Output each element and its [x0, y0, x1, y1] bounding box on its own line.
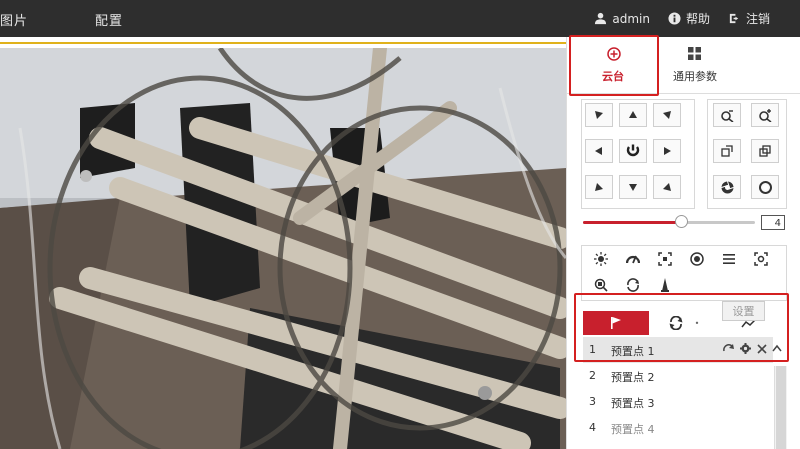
pan-left-button[interactable] — [585, 139, 613, 163]
pan-up-button[interactable] — [619, 103, 647, 127]
highlight-ptz-tab — [569, 35, 659, 96]
pan-down-right-button[interactable] — [653, 175, 681, 199]
arrow-down-left-icon — [595, 183, 603, 191]
preset-list-scrollbar[interactable] — [774, 366, 787, 449]
tab-general-params[interactable]: 通用参数 — [657, 37, 733, 93]
arrow-up-icon — [629, 111, 637, 118]
patrol-icon — [627, 278, 639, 292]
arrow-up-right-icon — [663, 111, 671, 119]
user-menu[interactable]: admin — [594, 12, 650, 26]
toolbar-divider — [0, 37, 566, 47]
focus-near-button[interactable] — [713, 139, 741, 163]
zoom-out-icon — [720, 109, 733, 122]
preset-row-3[interactable]: 3 预置点 3 — [583, 389, 773, 415]
preset-number: 2 — [589, 369, 596, 382]
ptz-speed-value[interactable]: 4 — [761, 215, 785, 230]
lens-init-icon — [690, 252, 704, 266]
auto-pan-button[interactable] — [619, 139, 647, 163]
logout-icon — [729, 13, 739, 24]
tab-general-label: 通用参数 — [673, 70, 717, 83]
zoom-out-button[interactable] — [713, 103, 741, 127]
arrow-right-icon — [664, 147, 671, 155]
pan-up-left-button[interactable] — [585, 103, 613, 127]
nav-item-picture[interactable]: 图片 — [0, 10, 28, 29]
manual-track-icon — [754, 252, 768, 266]
user-icon — [595, 12, 607, 25]
focus-far-button[interactable] — [751, 139, 779, 163]
pan-right-button[interactable] — [653, 139, 681, 163]
zoom-in-icon — [758, 108, 771, 122]
focus-near-icon — [721, 145, 733, 157]
arrow-down-right-icon — [663, 183, 671, 191]
zoom-in-button[interactable] — [751, 103, 779, 127]
ptz-speed-slider[interactable] — [583, 215, 755, 228]
slider-fill — [583, 221, 682, 224]
focus-far-icon — [759, 145, 771, 157]
manual-track-button[interactable] — [747, 247, 775, 271]
help-label: 帮助 — [685, 12, 710, 26]
preset-row-2[interactable]: 2 预置点 2 — [583, 363, 773, 389]
iris-open-button[interactable] — [713, 175, 741, 199]
iris-close-icon — [758, 180, 772, 194]
preset-number: 4 — [589, 421, 596, 434]
user-name: admin — [612, 11, 650, 26]
live-video-view[interactable] — [0, 48, 566, 449]
zoom-area-icon — [594, 278, 608, 292]
iris-open-icon — [720, 180, 734, 193]
logout-link[interactable]: 注销 — [728, 10, 770, 27]
arrow-left-icon — [595, 147, 602, 155]
preset-name: 预置点 4 — [611, 423, 655, 436]
preset-name: 预置点 3 — [611, 397, 655, 410]
nav-item-config[interactable]: 配置 — [95, 10, 123, 29]
camera-frame-image — [0, 48, 566, 449]
light-button[interactable] — [587, 247, 615, 271]
menu-button[interactable] — [715, 247, 743, 271]
wiper-button[interactable] — [619, 247, 647, 271]
tower-icon — [661, 278, 669, 292]
slider-knob[interactable] — [675, 215, 689, 228]
scrollbar-thumb[interactable] — [776, 366, 786, 449]
iris-close-button[interactable] — [751, 175, 779, 199]
pan-down-left-button[interactable] — [585, 175, 613, 199]
top-navigation-bar: 图片 配置 admin 帮助 注销 — [0, 0, 800, 37]
logout-label: 注销 — [745, 12, 770, 26]
lens-init-button[interactable] — [683, 247, 711, 271]
focus-frame-icon — [658, 252, 672, 266]
pan-down-button[interactable] — [619, 175, 647, 199]
pan-up-right-button[interactable] — [653, 103, 681, 127]
menu-icon — [723, 254, 735, 264]
preset-name: 预置点 2 — [611, 371, 655, 384]
wiper-icon — [626, 255, 640, 264]
info-icon — [668, 12, 681, 25]
light-icon — [594, 252, 608, 266]
preset-row-4[interactable]: 4 预置点 4 — [583, 415, 773, 441]
arrow-down-icon — [629, 184, 637, 191]
grid-squares-icon — [688, 47, 701, 60]
help-link[interactable]: 帮助 — [668, 10, 710, 27]
preset-number: 3 — [589, 395, 596, 408]
auto-pan-icon — [626, 144, 640, 157]
ptz-control-panel: 云台 通用参数 4 • 1 预置点 1 2 预置点 2 3 预置点 3 4 预置… — [566, 37, 800, 449]
highlight-preset-panel — [574, 293, 789, 362]
auto-focus-button[interactable] — [651, 247, 679, 271]
arrow-up-left-icon — [595, 111, 603, 119]
